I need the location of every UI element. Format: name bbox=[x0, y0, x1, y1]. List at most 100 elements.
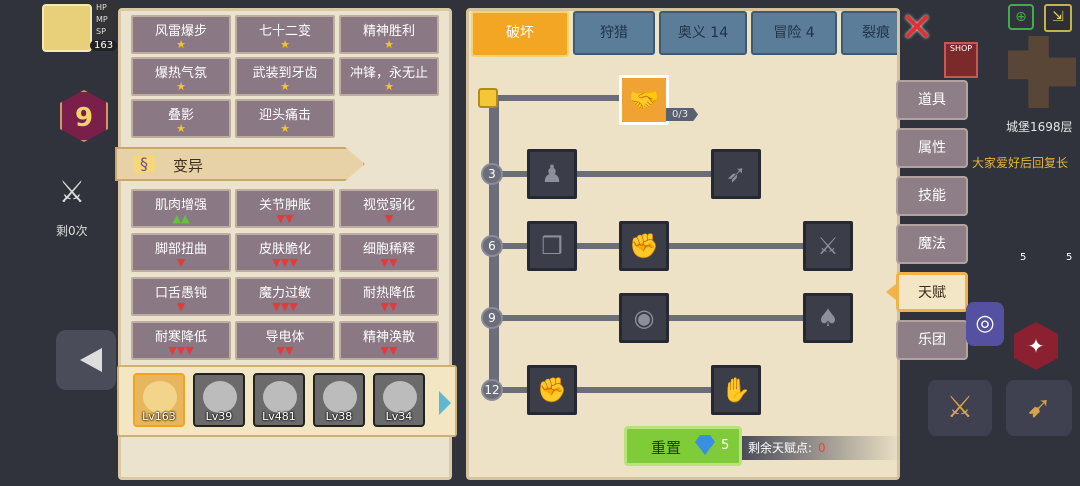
remaining-value: 0 bbox=[818, 441, 826, 455]
talent-panel: 破坏 狩猎 奥义 14 冒险 4 裂痕 3 6 9 12 🤝 ♟ ➶ ❒ ✊ ⚔ ◉ ♠ ✊ ✋ bbox=[466, 8, 900, 480]
next-arrow-icon[interactable] bbox=[439, 391, 451, 415]
mutation-name: 耐寒降低 bbox=[154, 330, 207, 345]
skill-cell[interactable]: 武装到牙齿 ★ bbox=[235, 57, 335, 96]
skill-name: 精神胜利 bbox=[362, 24, 415, 39]
sword-icon[interactable]: ⚔ bbox=[928, 380, 992, 436]
bow-icon[interactable]: ➹ bbox=[1006, 380, 1072, 436]
mutation-cell[interactable]: 关节肿胀 ▼▼ bbox=[235, 189, 335, 228]
emblem-icon[interactable]: ✦ bbox=[1014, 322, 1058, 370]
mutation-cell[interactable]: 口舌愚钝 ▼ bbox=[131, 277, 231, 316]
minimap[interactable] bbox=[1008, 36, 1076, 108]
fist-icon[interactable]: ✊ bbox=[527, 365, 577, 415]
side-menu-2[interactable]: 技能 bbox=[896, 176, 968, 216]
tab-3[interactable]: 冒险 4 bbox=[751, 11, 837, 55]
tier-number: 3 bbox=[481, 163, 503, 185]
handshake-icon[interactable]: 🤝 bbox=[619, 75, 669, 125]
star-icon: ★ bbox=[280, 38, 290, 51]
down-triangle-icon: ▼▼ bbox=[276, 212, 294, 225]
diamond-icon bbox=[695, 435, 715, 455]
dpad-left-button[interactable] bbox=[56, 330, 116, 390]
tree-root-node bbox=[478, 88, 498, 108]
mutation-name: 口舌愚钝 bbox=[154, 286, 207, 301]
star-icon: ★ bbox=[280, 80, 290, 93]
hero-portrait[interactable]: Lv39 bbox=[193, 373, 245, 427]
star-icon: ★ bbox=[384, 38, 394, 51]
skill-cell[interactable]: 七十二变 ★ bbox=[235, 15, 335, 54]
star-icon: ★ bbox=[176, 80, 186, 93]
mutation-cell[interactable]: 肌肉增强 ▲▲ bbox=[131, 189, 231, 228]
hero-portrait[interactable]: Lv38 bbox=[313, 373, 365, 427]
game-screen: HP MP SP 163 9 ⚔ 剩0次 风雷爆步 ★ 七十二变 ★ 精神胜利 ★ 爆热气氛… bbox=[0, 0, 1080, 486]
skill-cell[interactable]: 迎头痛击 ★ bbox=[235, 99, 335, 138]
tab-2[interactable]: 奥义 14 bbox=[659, 11, 747, 55]
skill-name: 风雷爆步 bbox=[154, 24, 207, 39]
skill-cell[interactable]: 叠影 ★ bbox=[131, 99, 231, 138]
skill-name: 冲锋，永无止 bbox=[349, 66, 428, 81]
skill-name: 武装到牙齿 bbox=[252, 66, 318, 81]
mutation-cell[interactable]: 耐热降低 ▼▼ bbox=[339, 277, 439, 316]
punch-icon[interactable]: ✊ bbox=[619, 221, 669, 271]
player-avatar[interactable] bbox=[42, 4, 92, 52]
shop-icon[interactable]: SHOP bbox=[944, 42, 978, 78]
side-menu-3[interactable]: 魔法 bbox=[896, 224, 968, 264]
hero-portrait[interactable]: Lv34 bbox=[373, 373, 425, 427]
ring-icon[interactable]: ◎ bbox=[966, 302, 1004, 346]
skill-cell[interactable]: 爆热气氛 ★ bbox=[131, 57, 231, 96]
close-icon[interactable]: ✕ bbox=[898, 8, 936, 48]
mutation-cell[interactable]: 脚部扭曲 ▼ bbox=[131, 233, 231, 272]
book-icon[interactable]: ❒ bbox=[527, 221, 577, 271]
globe-icon[interactable]: ⊕ bbox=[1008, 4, 1034, 30]
mutation-name: 导电体 bbox=[265, 330, 305, 345]
mutation-cell[interactable]: 导电体 ▼▼ bbox=[235, 321, 335, 360]
talent-points-counter: 0/3 bbox=[666, 108, 699, 121]
dna-icon: § bbox=[133, 155, 155, 173]
minimize-icon[interactable]: ⇲ bbox=[1044, 4, 1072, 32]
down-triangle-icon: ▼▼ bbox=[380, 256, 398, 269]
blade-icon[interactable]: ⚔ bbox=[803, 221, 853, 271]
side-menu-5[interactable]: 乐团 bbox=[896, 320, 968, 360]
mp-bar: MP bbox=[96, 14, 120, 25]
tab-1[interactable]: 狩猎 bbox=[573, 11, 655, 55]
side-menu-1[interactable]: 属性 bbox=[896, 128, 968, 168]
hero-portrait[interactable]: Lv163 bbox=[133, 373, 185, 427]
hero-face bbox=[323, 381, 357, 413]
body-icon[interactable]: ♟ bbox=[527, 149, 577, 199]
hero-face bbox=[383, 381, 417, 413]
mutation-cell[interactable]: 皮肤脆化 ▼▼▼ bbox=[235, 233, 335, 272]
floor-badge[interactable]: 9 bbox=[60, 90, 108, 142]
side-menu-0[interactable]: 道具 bbox=[896, 80, 968, 120]
hero-portrait[interactable]: Lv481 bbox=[253, 373, 305, 427]
mutation-cell[interactable]: 精神涣散 ▼▼ bbox=[339, 321, 439, 360]
mutation-cell[interactable]: 细胞稀释 ▼▼ bbox=[339, 233, 439, 272]
hero-face bbox=[143, 381, 177, 413]
skill-cell[interactable]: 冲锋，永无止 ★ bbox=[339, 57, 439, 96]
skill-cell[interactable]: 精神胜利 ★ bbox=[339, 15, 439, 54]
tab-4[interactable]: 裂痕 bbox=[841, 11, 897, 55]
skill-cell[interactable]: 风雷爆步 ★ bbox=[131, 15, 231, 54]
crossed-swords-icon[interactable]: ⚔ bbox=[52, 175, 92, 215]
skill-name: 爆热气氛 bbox=[154, 66, 207, 81]
hero-face bbox=[203, 381, 237, 413]
player-level: 163 bbox=[90, 40, 118, 51]
tab-0[interactable]: 破坏 bbox=[471, 11, 569, 57]
skill-name: 迎头痛击 bbox=[258, 108, 311, 123]
mutation-name: 肌肉增强 bbox=[154, 198, 207, 213]
hero-level: Lv38 bbox=[325, 410, 353, 423]
mutation-cell[interactable]: 视觉弱化 ▼ bbox=[339, 189, 439, 228]
drops-icon[interactable]: ♠ bbox=[803, 293, 853, 343]
arrow-burst-icon[interactable]: ➶ bbox=[711, 149, 761, 199]
ripple-icon[interactable]: ◉ bbox=[619, 293, 669, 343]
active-menu-pointer bbox=[886, 284, 896, 300]
mutation-cell[interactable]: 魔力过敏 ▼▼▼ bbox=[235, 277, 335, 316]
star-icon: ★ bbox=[280, 122, 290, 135]
star-icon: ★ bbox=[384, 80, 394, 93]
reset-button[interactable]: 重置 5 bbox=[624, 426, 742, 466]
side-menu-4[interactable]: 天赋 bbox=[896, 272, 968, 312]
down-triangle-icon: ▼▼▼ bbox=[272, 300, 298, 313]
tier-number: 12 bbox=[481, 379, 503, 401]
mutation-section-header: § 变异 bbox=[115, 147, 365, 181]
tier-number: 6 bbox=[481, 235, 503, 257]
item-count: 5 bbox=[1020, 252, 1027, 263]
grip-icon[interactable]: ✋ bbox=[711, 365, 761, 415]
mutation-cell[interactable]: 耐寒降低 ▼▼▼ bbox=[131, 321, 231, 360]
